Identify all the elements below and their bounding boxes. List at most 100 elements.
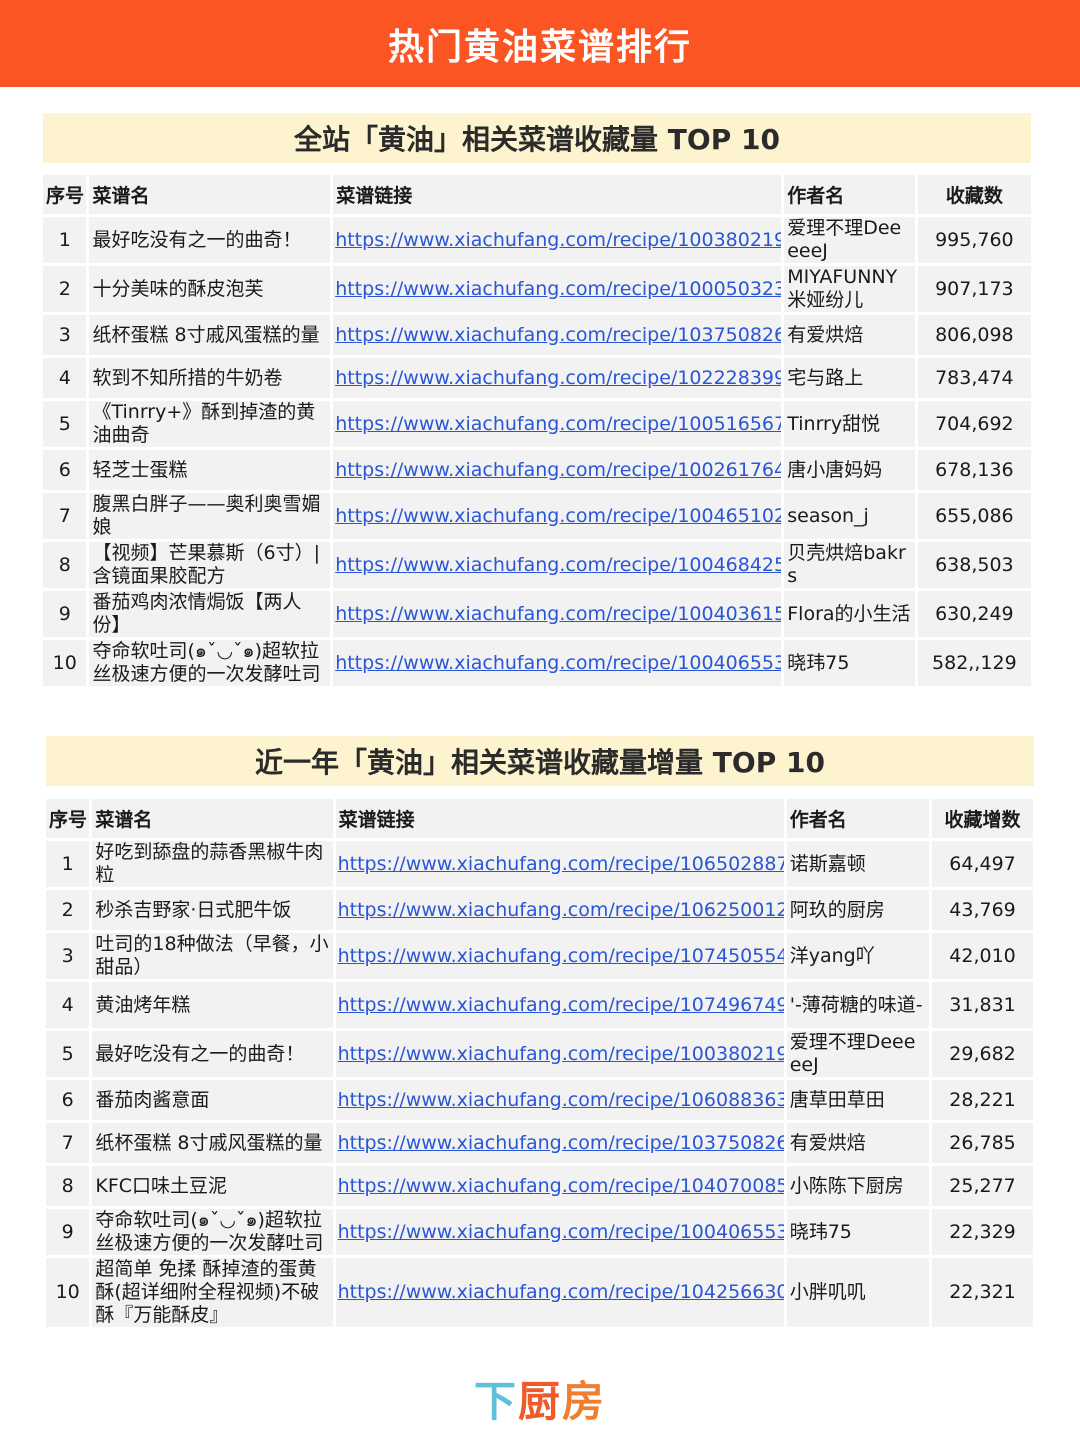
author-cell: 爱理不理DeeeeeJ [786, 1031, 930, 1077]
rank-cell: 7 [43, 493, 87, 539]
count-cell: 22,329 [932, 1209, 1033, 1255]
xiachufang-logo: 下厨房 [0, 1368, 1080, 1428]
rank-cell: 6 [46, 1080, 90, 1120]
recipe-name-cell: 夺命软吐司(๑ˇ◡ˇ๑)超软拉丝极速方便的一次发酵吐司 [92, 1209, 333, 1255]
author-cell: 小胖叽叽 [786, 1258, 930, 1327]
recipe-name-cell: 最好吃没有之一的曲奇！ [89, 217, 331, 263]
table-header-row: 序号 菜谱名 菜谱链接 作者名 收藏数 [43, 175, 1031, 214]
count-cell: 806,098 [917, 315, 1031, 355]
rank-cell: 8 [46, 1166, 90, 1206]
recipe-link[interactable]: https://www.xiachufang.com/recipe/100261… [335, 459, 781, 481]
table-header-row: 序号 菜谱名 菜谱链接 作者名 收藏增数 [46, 799, 1033, 838]
count-cell: 582,,129 [917, 640, 1031, 686]
recipe-name-cell: KFC口味土豆泥 [92, 1166, 333, 1206]
table-row: 7 纸杯蛋糕 8寸戚风蛋糕的量 https://www.xiachufang.com… [46, 1123, 1033, 1163]
logo-char: 下 [473, 1376, 518, 1426]
rank-cell: 5 [46, 1031, 90, 1077]
author-cell: 晓玮75 [786, 1209, 930, 1255]
table-row: 9 夺命软吐司(๑ˇ◡ˇ๑)超软拉丝极速方便的一次发酵吐司 https://www.… [46, 1209, 1033, 1255]
recipe-link[interactable]: https://www.xiachufang.com/recipe/100380… [338, 1043, 784, 1065]
recipe-link[interactable]: https://www.xiachufang.com/recipe/100050… [335, 278, 781, 300]
recipe-link[interactable]: https://www.xiachufang.com/recipe/100403… [335, 603, 781, 625]
count-cell: 704,692 [917, 401, 1031, 447]
recipe-name-cell: 《Tinrry+》酥到掉渣的黄油曲奇 [89, 401, 331, 447]
recipe-link[interactable]: https://www.xiachufang.com/recipe/106250… [338, 899, 784, 921]
table-row: 4 软到不知所措的牛奶卷 https://www.xiachufang.com/re… [43, 358, 1031, 398]
recipe-link[interactable]: https://www.xiachufang.com/recipe/100516… [335, 413, 781, 435]
rank-cell: 9 [46, 1209, 90, 1255]
recipe-link-cell: https://www.xiachufang.com/recipe/106502… [335, 841, 784, 887]
recipe-link[interactable]: https://www.xiachufang.com/recipe/103750… [338, 1132, 784, 1154]
author-cell: 诺斯嘉顿 [786, 841, 930, 887]
count-cell: 43,769 [932, 890, 1033, 930]
recipe-name-cell: 【视频】芒果慕斯（6寸）|含镜面果胶配方 [89, 542, 331, 588]
recipe-link[interactable]: https://www.xiachufang.com/recipe/107450… [338, 945, 784, 967]
table-row: 10 超简单 免揉 酥掉渣的蛋黄酥(超详细附全程视频)不破酥『万能酥皮』 https… [46, 1258, 1033, 1327]
recipe-link[interactable]: https://www.xiachufang.com/recipe/103750… [335, 324, 781, 346]
rank-cell: 9 [43, 591, 87, 637]
author-cell: 爱理不理DeeeeeJ [784, 217, 915, 263]
recipe-link[interactable]: https://www.xiachufang.com/recipe/100406… [335, 652, 781, 674]
recipe-name-cell: 夺命软吐司(๑ˇ◡ˇ๑)超软拉丝极速方便的一次发酵吐司 [89, 640, 331, 686]
rank-cell: 3 [46, 933, 90, 979]
rank-cell: 7 [46, 1123, 90, 1163]
recipe-link[interactable]: https://www.xiachufang.com/recipe/100380… [335, 229, 781, 251]
rank-cell: 1 [43, 217, 87, 263]
recipe-link-cell: https://www.xiachufang.com/recipe/100468… [333, 542, 782, 588]
table-row: 6 番茄肉酱意面 https://www.xiachufang.com/recipe… [46, 1080, 1033, 1120]
column-header: 序号 [43, 175, 87, 214]
count-cell: 25,277 [932, 1166, 1033, 1206]
recipe-link-cell: https://www.xiachufang.com/recipe/100050… [333, 266, 782, 312]
recipe-name-cell: 软到不知所措的牛奶卷 [89, 358, 331, 398]
recipe-name-cell: 轻芝士蛋糕 [89, 450, 331, 490]
author-cell: Flora的小生活 [784, 591, 915, 637]
recipe-link[interactable]: https://www.xiachufang.com/recipe/100465… [335, 505, 781, 527]
table-row: 1 好吃到舔盘的蒜香黑椒牛肉粒 https://www.xiachufang.com… [46, 841, 1033, 887]
recipe-link-cell: https://www.xiachufang.com/recipe/100516… [333, 401, 782, 447]
recipe-link[interactable]: https://www.xiachufang.com/recipe/102228… [335, 367, 781, 389]
author-cell: 洋yang吖 [786, 933, 930, 979]
recipe-name-cell: 纸杯蛋糕 8寸戚风蛋糕的量 [89, 315, 331, 355]
recipe-link-cell: https://www.xiachufang.com/recipe/100380… [333, 217, 782, 263]
recipe-link[interactable]: https://www.xiachufang.com/recipe/104070… [338, 1175, 784, 1197]
author-cell: 小陈陈下厨房 [786, 1166, 930, 1206]
count-cell: 907,173 [917, 266, 1031, 312]
rank-cell: 1 [46, 841, 90, 887]
recipe-link-cell: https://www.xiachufang.com/recipe/103750… [333, 315, 782, 355]
count-cell: 655,086 [917, 493, 1031, 539]
rank-cell: 6 [43, 450, 87, 490]
recipe-link[interactable]: https://www.xiachufang.com/recipe/104256… [338, 1281, 784, 1303]
table-row: 7 腹黑白胖子——奥利奥雪媚娘 https://www.xiachufang.com… [43, 493, 1031, 539]
rank-cell: 10 [43, 640, 87, 686]
recipe-name-cell: 秒杀吉野家·日式肥牛饭 [92, 890, 333, 930]
count-cell: 42,010 [932, 933, 1033, 979]
recipe-link-cell: https://www.xiachufang.com/recipe/107496… [335, 982, 784, 1028]
column-header: 序号 [46, 799, 90, 838]
count-cell: 678,136 [917, 450, 1031, 490]
logo-char: 房 [562, 1376, 607, 1426]
table-row: 10 夺命软吐司(๑ˇ◡ˇ๑)超软拉丝极速方便的一次发酵吐司 https://www… [43, 640, 1031, 686]
recipe-link[interactable]: https://www.xiachufang.com/recipe/100406… [338, 1221, 784, 1243]
recipe-link[interactable]: https://www.xiachufang.com/recipe/107496… [338, 994, 784, 1016]
rank-cell: 4 [46, 982, 90, 1028]
author-cell: 有爱烘焙 [786, 1123, 930, 1163]
recipe-name-cell: 吐司的18种做法（早餐，小甜品） [92, 933, 333, 979]
author-cell: 贝壳烘焙bakrs [784, 542, 915, 588]
table-row: 2 秒杀吉野家·日式肥牛饭 https://www.xiachufang.com/r… [46, 890, 1033, 930]
table-row: 3 纸杯蛋糕 8寸戚风蛋糕的量 https://www.xiachufang.com… [43, 315, 1031, 355]
rank-cell: 2 [46, 890, 90, 930]
author-cell: 唐小唐妈妈 [784, 450, 915, 490]
author-cell: 有爱烘焙 [784, 315, 915, 355]
table2-title: 近一年「黄油」相关菜谱收藏量增量 TOP 10 [46, 736, 1034, 786]
recipe-link[interactable]: https://www.xiachufang.com/recipe/106502… [338, 853, 784, 875]
count-cell: 31,831 [932, 982, 1033, 1028]
recipe-name-cell: 番茄肉酱意面 [92, 1080, 333, 1120]
recipe-link-cell: https://www.xiachufang.com/recipe/102228… [333, 358, 782, 398]
recipe-link[interactable]: https://www.xiachufang.com/recipe/106088… [338, 1089, 784, 1111]
rank-cell: 2 [43, 266, 87, 312]
recipe-link[interactable]: https://www.xiachufang.com/recipe/100468… [335, 554, 781, 576]
column-header: 菜谱链接 [335, 799, 784, 838]
column-header: 作者名 [786, 799, 930, 838]
rank-cell: 5 [43, 401, 87, 447]
recipe-link-cell: https://www.xiachufang.com/recipe/100403… [333, 591, 782, 637]
